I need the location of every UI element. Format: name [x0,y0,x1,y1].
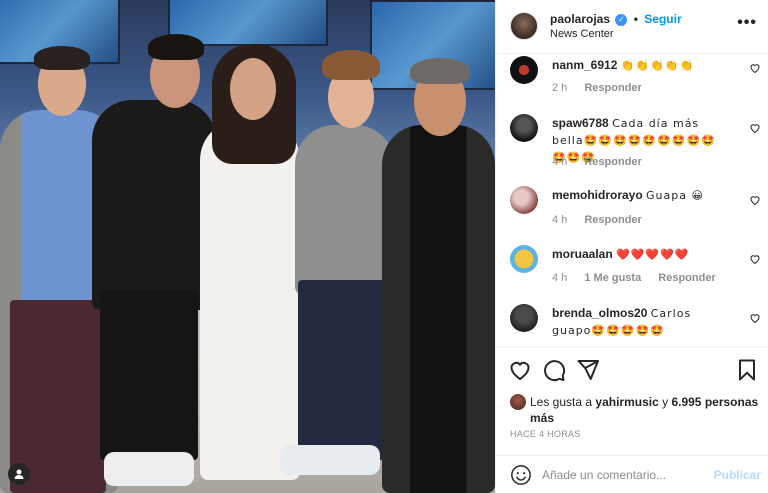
comment-username[interactable]: brenda_olmos20 [552,306,647,320]
likes-text: Les gusta a yahirmusic y 6.995 personas … [530,394,760,426]
comment-time[interactable]: 4 h [552,272,567,284]
comment-meta: 2 h Responder [552,82,656,94]
comment-time[interactable]: 2 h [552,82,567,94]
author-username[interactable]: paolarojas [550,12,610,26]
reply-button[interactable]: Responder [584,82,641,94]
user-tag-icon[interactable] [8,463,30,485]
person-figure [92,100,216,310]
commenter-avatar[interactable] [510,114,538,142]
reply-button[interactable]: Responder [584,214,641,226]
post-timestamp[interactable]: HACE 4 HORAS [510,429,581,439]
comment-username[interactable]: moruaalan [552,247,613,261]
small-heart-icon[interactable] [749,253,761,265]
comment-meta: 4 h Responder [552,156,656,168]
liker-avatar[interactable] [510,394,526,410]
smiley-icon[interactable] [510,464,531,485]
likes-prefix: Les gusta a [530,395,593,409]
person-hair [148,34,204,60]
paper-plane-icon[interactable] [576,358,600,382]
comment-text: 👏👏👏👏👏 [620,59,695,72]
bookmark-icon[interactable] [735,358,759,382]
comment-body: brenda_olmos20 Carlos guapo🤩🤩🤩🤩🤩 [552,305,730,339]
comment-likes-count[interactable]: 1 Me gusta [584,272,641,284]
comment-body: nanm_6912 👏👏👏👏👏 [552,57,730,74]
comment-text: ❤️❤️❤️❤️❤️ [616,248,690,261]
person-shoes [280,445,380,475]
more-options-icon[interactable]: ••• [737,14,757,32]
person-figure [200,120,300,480]
separator-dot: • [633,12,638,26]
person-figure [295,125,395,295]
person-figure [382,125,495,493]
comment-time[interactable]: 4 h [552,214,567,226]
author-avatar[interactable] [510,12,538,40]
heart-icon[interactable] [508,358,532,382]
comment-username[interactable]: spaw6788 [552,116,609,130]
commenter-avatar[interactable] [510,186,538,214]
comments-list[interactable]: nanm_6912 👏👏👏👏👏 2 h Responder spaw6788 C… [496,54,768,347]
add-comment-bar: Publicar [496,455,768,493]
person-shoes [104,452,194,486]
post-location[interactable]: News Center [550,28,614,40]
commenter-avatar[interactable] [510,245,538,273]
likes-connector: y [662,395,669,409]
verified-badge-icon: ✓ [615,13,628,26]
small-heart-icon[interactable] [749,122,761,134]
reply-button[interactable]: Responder [658,272,715,284]
person-legs [100,290,198,460]
comment-time[interactable]: 4 h [552,156,567,168]
comment-text: Guapa 😀 [646,189,704,202]
post-header: paolarojas ✓ • Seguir News Center ••• [496,0,768,54]
post-photo[interactable] [0,0,495,493]
comment-input[interactable] [542,465,702,485]
post-side-panel: paolarojas ✓ • Seguir News Center ••• na… [495,0,768,493]
liker-username[interactable]: yahirmusic [595,395,658,409]
author-line: paolarojas ✓ • Seguir [550,12,682,26]
comment-meta: 4 h 1 Me gusta Responder [552,272,730,284]
comment-body: moruaalan ❤️❤️❤️❤️❤️ [552,246,730,263]
comment-meta: 4 h Responder [552,214,656,226]
person-head [230,58,276,120]
commenter-avatar[interactable] [510,56,538,84]
person-hair [34,46,90,70]
reply-button[interactable]: Responder [584,156,641,168]
comment-username[interactable]: memohidrorayo [552,188,643,202]
comment-icon[interactable] [542,358,566,382]
post-actions [496,347,768,391]
follow-button[interactable]: Seguir [644,12,681,26]
person-legs [298,280,392,460]
publish-button[interactable]: Publicar [714,468,761,482]
comment-username[interactable]: nanm_6912 [552,58,617,72]
small-heart-icon[interactable] [749,62,761,74]
comment-body: memohidrorayo Guapa 😀 [552,187,730,204]
person-hair [322,50,380,80]
commenter-avatar[interactable] [510,304,538,332]
person-hair [410,58,470,84]
small-heart-icon[interactable] [749,312,761,324]
small-heart-icon[interactable] [749,194,761,206]
